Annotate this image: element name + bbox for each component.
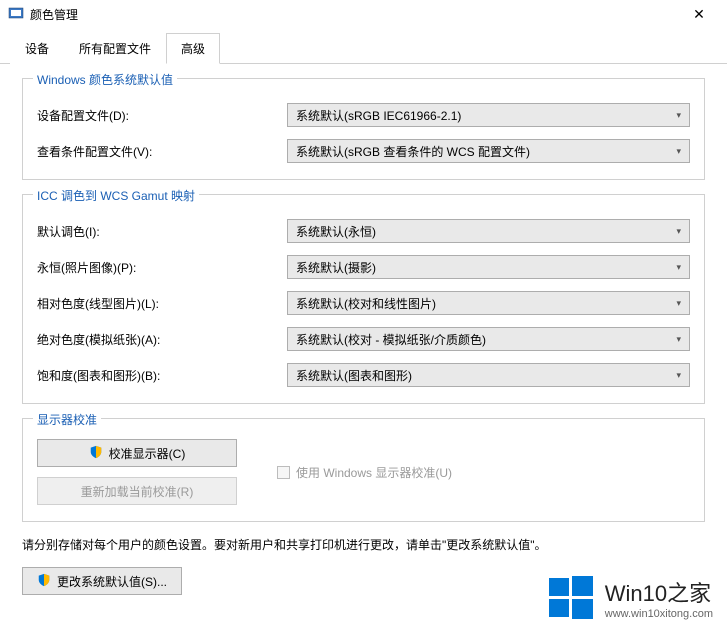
select-device-profile-value: 系统默认(sRGB IEC61966-2.1) <box>296 107 461 124</box>
content-area: Windows 颜色系统默认值 设备配置文件(D): 系统默认(sRGB IEC… <box>0 64 727 605</box>
chevron-down-icon: ▾ <box>676 262 681 273</box>
window-title: 颜色管理 <box>30 6 679 23</box>
label-relative: 相对色度(线型图片)(L): <box>37 295 287 312</box>
select-saturation[interactable]: 系统默认(图表和图形) ▾ <box>287 363 690 387</box>
select-default-intent[interactable]: 系统默认(永恒) ▾ <box>287 219 690 243</box>
select-perceptual[interactable]: 系统默认(摄影) ▾ <box>287 255 690 279</box>
select-default-intent-value: 系统默认(永恒) <box>296 223 376 240</box>
chevron-down-icon: ▾ <box>676 334 681 345</box>
row-relative: 相对色度(线型图片)(L): 系统默认(校对和线性图片) ▾ <box>37 291 690 315</box>
close-button[interactable]: ✕ <box>679 2 719 26</box>
shield-icon <box>89 445 103 462</box>
group-windows-defaults: Windows 颜色系统默认值 设备配置文件(D): 系统默认(sRGB IEC… <box>22 78 705 180</box>
reload-calibration-label: 重新加载当前校准(R) <box>81 483 194 500</box>
shield-icon <box>37 573 51 590</box>
chevron-down-icon: ▾ <box>676 110 681 121</box>
tab-all-profiles[interactable]: 所有配置文件 <box>64 33 166 64</box>
label-absolute: 绝对色度(模拟纸张)(A): <box>37 331 287 348</box>
windows-logo-icon <box>547 574 595 622</box>
tab-advanced[interactable]: 高级 <box>166 33 220 64</box>
checkbox-icon <box>277 466 290 479</box>
select-perceptual-value: 系统默认(摄影) <box>296 259 376 276</box>
calibrate-display-button[interactable]: 校准显示器(C) <box>37 439 237 467</box>
row-viewing-profile: 查看条件配置文件(V): 系统默认(sRGB 查看条件的 WCS 配置文件) ▾ <box>37 139 690 163</box>
row-saturation: 饱和度(图表和图形)(B): 系统默认(图表和图形) ▾ <box>37 363 690 387</box>
label-saturation: 饱和度(图表和图形)(B): <box>37 367 287 384</box>
row-perceptual: 永恒(照片图像)(P): 系统默认(摄影) ▾ <box>37 255 690 279</box>
select-viewing-profile[interactable]: 系统默认(sRGB 查看条件的 WCS 配置文件) ▾ <box>287 139 690 163</box>
watermark-text: Win10之家 www.win10xitong.com <box>605 576 713 620</box>
info-text: 请分别存储对每个用户的颜色设置。要对新用户和共享打印机进行更改，请单击"更改系统… <box>22 536 705 553</box>
change-system-defaults-button[interactable]: 更改系统默认值(S)... <box>22 567 182 595</box>
watermark-url: www.win10xitong.com <box>605 608 713 620</box>
reload-calibration-button: 重新加载当前校准(R) <box>37 477 237 505</box>
label-default-intent: 默认调色(I): <box>37 223 287 240</box>
row-default-intent: 默认调色(I): 系统默认(永恒) ▾ <box>37 219 690 243</box>
select-viewing-profile-value: 系统默认(sRGB 查看条件的 WCS 配置文件) <box>296 143 530 160</box>
use-windows-calibration-label: 使用 Windows 显示器校准(U) <box>296 464 452 481</box>
close-icon: ✕ <box>693 6 705 23</box>
chevron-down-icon: ▾ <box>676 370 681 381</box>
label-viewing-profile: 查看条件配置文件(V): <box>37 143 287 160</box>
group-gamut-mapping: ICC 调色到 WCS Gamut 映射 默认调色(I): 系统默认(永恒) ▾… <box>22 194 705 404</box>
select-absolute[interactable]: 系统默认(校对 - 模拟纸张/介质颜色) ▾ <box>287 327 690 351</box>
select-saturation-value: 系统默认(图表和图形) <box>296 367 412 384</box>
select-absolute-value: 系统默认(校对 - 模拟纸张/介质颜色) <box>296 331 486 348</box>
group-display-calibration: 显示器校准 校准显示器(C) 重新加载当前校准(R) 使用 Windows 显示… <box>22 418 705 522</box>
group-windows-defaults-title: Windows 颜色系统默认值 <box>33 71 177 88</box>
titlebar: 颜色管理 ✕ <box>0 0 727 28</box>
tab-device[interactable]: 设备 <box>10 33 64 64</box>
row-device-profile: 设备配置文件(D): 系统默认(sRGB IEC61966-2.1) ▾ <box>37 103 690 127</box>
calib-row: 校准显示器(C) 重新加载当前校准(R) 使用 Windows 显示器校准(U) <box>37 439 690 505</box>
calibrate-display-label: 校准显示器(C) <box>109 445 186 462</box>
use-windows-calibration-checkbox: 使用 Windows 显示器校准(U) <box>277 464 452 481</box>
change-system-defaults-label: 更改系统默认值(S)... <box>57 573 167 590</box>
tab-strip: 设备 所有配置文件 高级 <box>0 32 727 64</box>
select-device-profile[interactable]: 系统默认(sRGB IEC61966-2.1) ▾ <box>287 103 690 127</box>
label-device-profile: 设备配置文件(D): <box>37 107 287 124</box>
app-icon <box>8 6 24 22</box>
chevron-down-icon: ▾ <box>676 146 681 157</box>
chevron-down-icon: ▾ <box>676 298 681 309</box>
chevron-down-icon: ▾ <box>676 226 681 237</box>
select-relative-value: 系统默认(校对和线性图片) <box>296 295 436 312</box>
select-relative[interactable]: 系统默认(校对和线性图片) ▾ <box>287 291 690 315</box>
group-calib-title: 显示器校准 <box>33 411 101 428</box>
group-gamut-title: ICC 调色到 WCS Gamut 映射 <box>33 187 199 204</box>
label-perceptual: 永恒(照片图像)(P): <box>37 259 287 276</box>
watermark-title: Win10之家 <box>605 576 713 608</box>
watermark: Win10之家 www.win10xitong.com <box>547 574 713 622</box>
row-absolute: 绝对色度(模拟纸张)(A): 系统默认(校对 - 模拟纸张/介质颜色) ▾ <box>37 327 690 351</box>
